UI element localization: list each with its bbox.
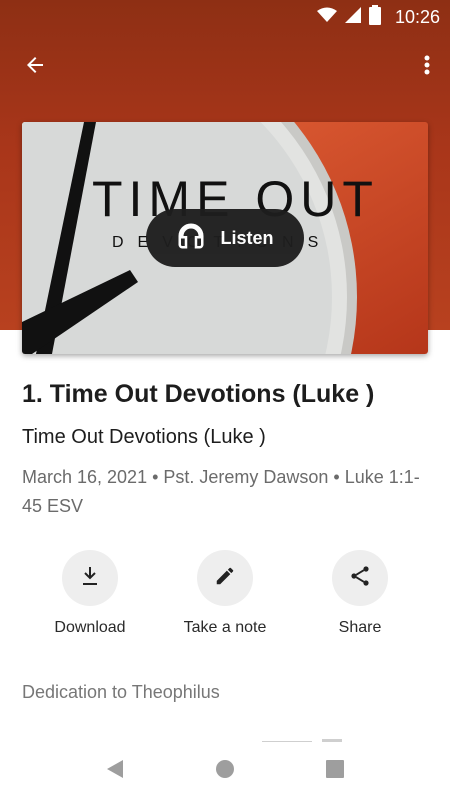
app-bar xyxy=(0,40,450,90)
download-circle xyxy=(62,550,118,606)
share-icon xyxy=(348,564,372,593)
download-icon xyxy=(78,564,102,593)
wifi-icon xyxy=(316,7,337,28)
status-bar: 10:26 xyxy=(0,0,450,32)
arrow-left-icon xyxy=(23,53,47,82)
battery-icon xyxy=(368,5,381,30)
nav-home-button[interactable] xyxy=(205,751,245,791)
listen-label: Listen xyxy=(220,227,274,248)
take-note-label: Take a note xyxy=(183,619,267,636)
recents-square-icon xyxy=(325,759,345,784)
description-heading: Dedication to Theophilus xyxy=(22,682,220,702)
episode-meta: March 16, 2021 • Pst. Jeremy Dawson • Lu… xyxy=(22,467,420,516)
share-circle xyxy=(332,550,388,606)
share-button[interactable]: Share xyxy=(300,550,420,637)
nav-recents-button[interactable] xyxy=(315,751,355,791)
signal-icon xyxy=(344,7,361,28)
nav-back-button[interactable] xyxy=(95,751,135,791)
download-button[interactable]: Download xyxy=(30,550,150,637)
home-circle-icon xyxy=(215,759,235,784)
download-label: Download xyxy=(54,619,126,636)
more-vert-icon xyxy=(423,53,431,82)
pencil-icon xyxy=(214,565,236,592)
share-label: Share xyxy=(338,619,382,636)
more-options-button[interactable] xyxy=(414,50,440,84)
headphones-icon xyxy=(176,221,206,256)
episode-title: 1. Time Out Devotions (Luke ) xyxy=(22,380,375,408)
take-note-circle xyxy=(197,550,253,606)
series-name: Time Out Devotions (Luke ) xyxy=(22,426,266,448)
back-triangle-icon xyxy=(105,759,125,784)
take-note-button[interactable]: Take a note xyxy=(165,550,285,637)
system-nav-bar xyxy=(0,742,450,800)
listen-button[interactable]: Listen xyxy=(146,209,304,267)
status-clock: 10:26 xyxy=(394,7,440,27)
back-button[interactable] xyxy=(18,50,52,84)
